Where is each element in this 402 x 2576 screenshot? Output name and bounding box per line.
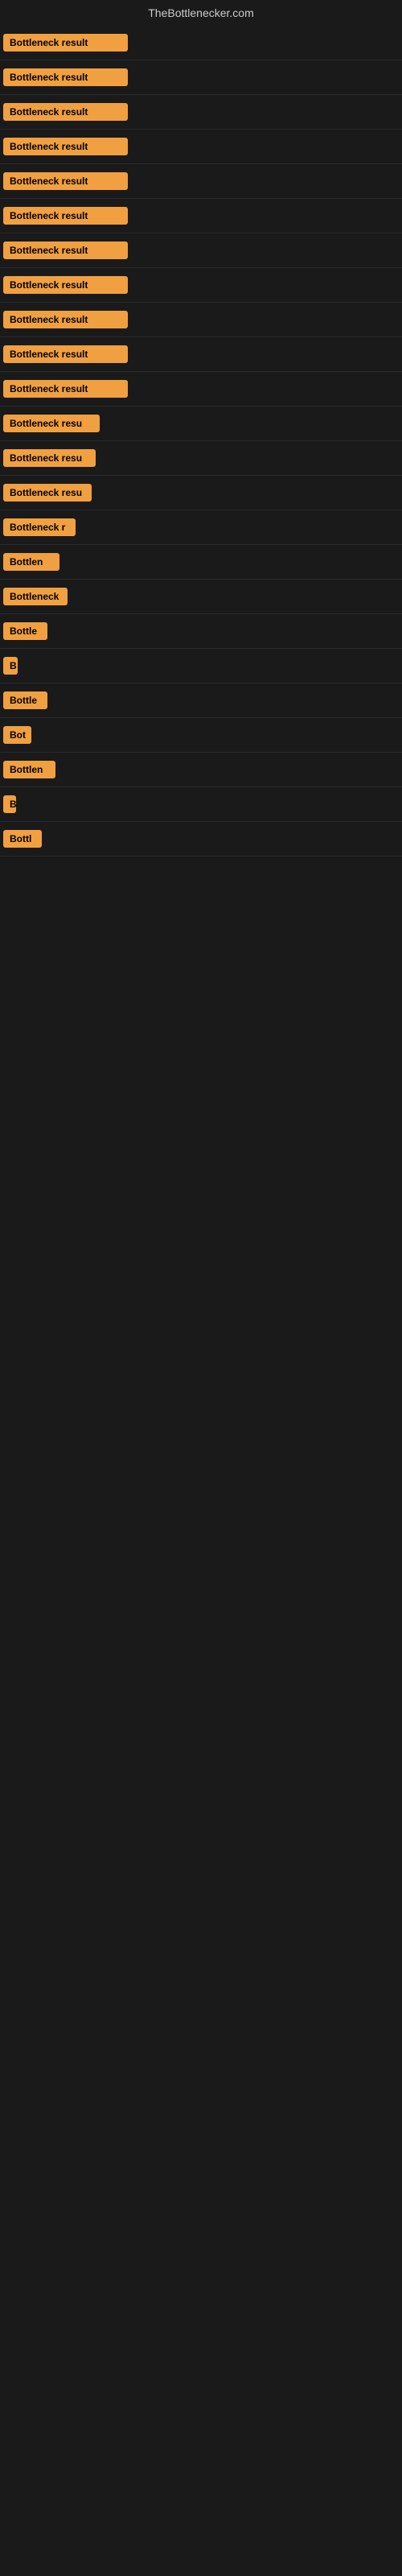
list-item: Bottleneck resu (0, 407, 402, 441)
bottleneck-result-badge[interactable]: Bottleneck result (3, 138, 128, 155)
bottleneck-result-badge[interactable]: Bottleneck result (3, 345, 128, 363)
bottleneck-result-badge[interactable]: Bot (3, 726, 31, 744)
list-item: Bottle (0, 614, 402, 649)
list-item: Bottleneck result (0, 26, 402, 60)
list-item: Bottleneck r (0, 510, 402, 545)
list-item: Bottlen (0, 545, 402, 580)
bottleneck-result-badge[interactable]: Bottleneck result (3, 276, 128, 294)
list-item: Bottleneck result (0, 60, 402, 95)
list-item: Bottl (0, 822, 402, 857)
list-item: Bottleneck result (0, 164, 402, 199)
bottleneck-result-badge[interactable]: Bottleneck result (3, 68, 128, 86)
bottleneck-result-badge[interactable]: B (3, 795, 16, 813)
bottleneck-result-badge[interactable]: B (3, 657, 18, 675)
site-title: TheBottlenecker.com (0, 0, 402, 26)
bottleneck-result-badge[interactable]: Bottleneck r (3, 518, 76, 536)
bottleneck-result-badge[interactable]: Bottleneck result (3, 103, 128, 121)
bottleneck-rows: Bottleneck result Bottleneck result Bottle… (0, 26, 402, 857)
bottleneck-result-badge[interactable]: Bottleneck resu (3, 484, 92, 502)
list-item: Bottleneck resu (0, 441, 402, 476)
bottleneck-result-badge[interactable]: Bottleneck result (3, 172, 128, 190)
list-item: Bottleneck result (0, 303, 402, 337)
bottleneck-result-badge[interactable]: Bottlen (3, 553, 59, 571)
bottleneck-result-badge[interactable]: Bottle (3, 691, 47, 709)
bottleneck-result-badge[interactable]: Bottlen (3, 761, 55, 778)
list-item: Bottleneck result (0, 372, 402, 407)
list-item: Bottleneck result (0, 95, 402, 130)
list-item: Bot (0, 718, 402, 753)
bottleneck-result-badge[interactable]: Bottleneck result (3, 242, 128, 259)
list-item: Bottleneck resu (0, 476, 402, 510)
bottleneck-result-badge[interactable]: Bottleneck resu (3, 415, 100, 432)
list-item: B (0, 787, 402, 822)
bottleneck-result-badge[interactable]: Bottleneck result (3, 380, 128, 398)
list-item: Bottleneck result (0, 337, 402, 372)
list-item: Bottleneck result (0, 199, 402, 233)
list-item: B (0, 649, 402, 683)
list-item: Bottleneck (0, 580, 402, 614)
bottleneck-result-badge[interactable]: Bottleneck (3, 588, 68, 605)
bottleneck-result-badge[interactable]: Bottleneck resu (3, 449, 96, 467)
list-item: Bottleneck result (0, 233, 402, 268)
bottleneck-result-badge[interactable]: Bottl (3, 830, 42, 848)
list-item: Bottleneck result (0, 130, 402, 164)
bottleneck-result-badge[interactable]: Bottle (3, 622, 47, 640)
bottleneck-result-badge[interactable]: Bottleneck result (3, 207, 128, 225)
bottleneck-result-badge[interactable]: Bottleneck result (3, 311, 128, 328)
list-item: Bottleneck result (0, 268, 402, 303)
list-item: Bottlen (0, 753, 402, 787)
list-item: Bottle (0, 683, 402, 718)
bottleneck-result-badge[interactable]: Bottleneck result (3, 34, 128, 52)
